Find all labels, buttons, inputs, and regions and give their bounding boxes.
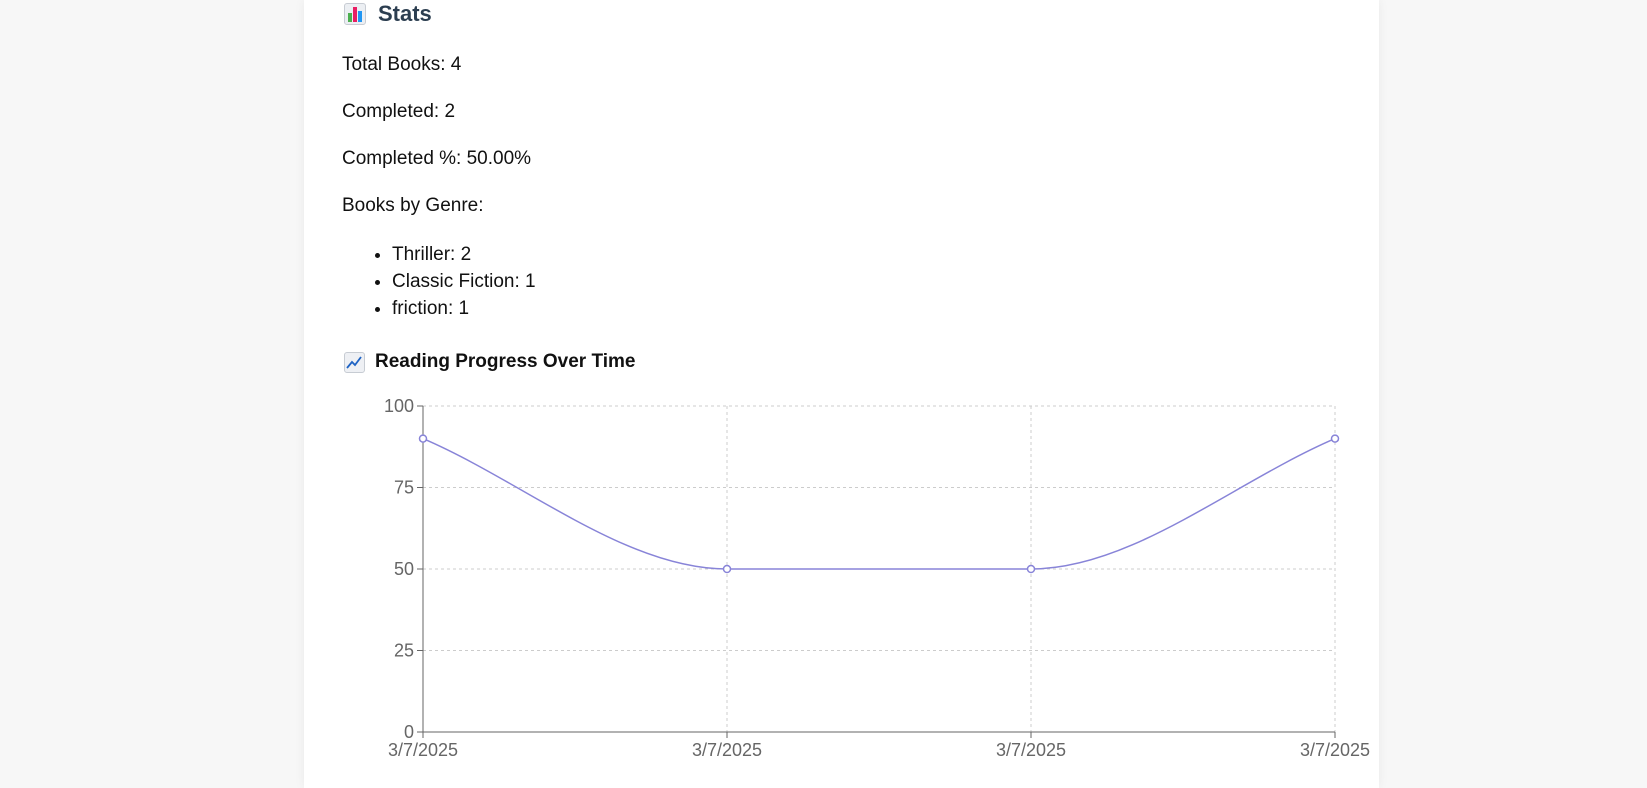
books-by-genre-label: Books by Genre: bbox=[342, 195, 484, 216]
line-chart-icon bbox=[344, 351, 365, 373]
stats-card: Stats Total Books: 4 Completed: 2 Comple… bbox=[304, 0, 1379, 788]
chart-heading-text: Reading Progress Over Time bbox=[375, 351, 636, 372]
x-tick-label: 3/7/2025 bbox=[1300, 740, 1370, 760]
y-tick-label: 50 bbox=[394, 559, 414, 579]
chart-heading: Reading Progress Over Time bbox=[344, 350, 635, 374]
y-tick-label: 0 bbox=[404, 722, 414, 742]
total-books: Total Books: 4 bbox=[342, 54, 462, 75]
data-point bbox=[418, 434, 428, 443]
completed-count: Completed: 2 bbox=[342, 101, 456, 122]
bar-chart-icon bbox=[344, 3, 366, 25]
stats-title: Stats bbox=[344, 0, 432, 28]
data-point bbox=[1026, 564, 1036, 574]
y-tick-label: 75 bbox=[394, 478, 414, 498]
data-point bbox=[722, 564, 732, 574]
genre-list: Thriller: 2 Classic Fiction: 1 friction:… bbox=[342, 241, 536, 322]
y-tick-label: 100 bbox=[384, 396, 414, 416]
reading-progress-chart: 0 25 50 75 100 3/7/2025 3/7/2025 3/7/2025 3/7/20… bbox=[384, 396, 1370, 760]
y-tick-label: 25 bbox=[394, 641, 414, 661]
stats-title-text: Stats bbox=[378, 1, 432, 26]
series-line bbox=[422, 437, 1336, 570]
genre-item: Classic Fiction: 1 bbox=[392, 268, 536, 295]
genre-item: Thriller: 2 bbox=[392, 241, 536, 268]
completed-percent: Completed %: 50.00% bbox=[342, 148, 532, 169]
x-tick-label: 3/7/2025 bbox=[996, 740, 1066, 760]
genre-item: friction: 1 bbox=[392, 295, 536, 322]
x-tick-label: 3/7/2025 bbox=[692, 740, 762, 760]
x-tick-label: 3/7/2025 bbox=[388, 740, 458, 760]
data-point bbox=[1330, 434, 1340, 443]
